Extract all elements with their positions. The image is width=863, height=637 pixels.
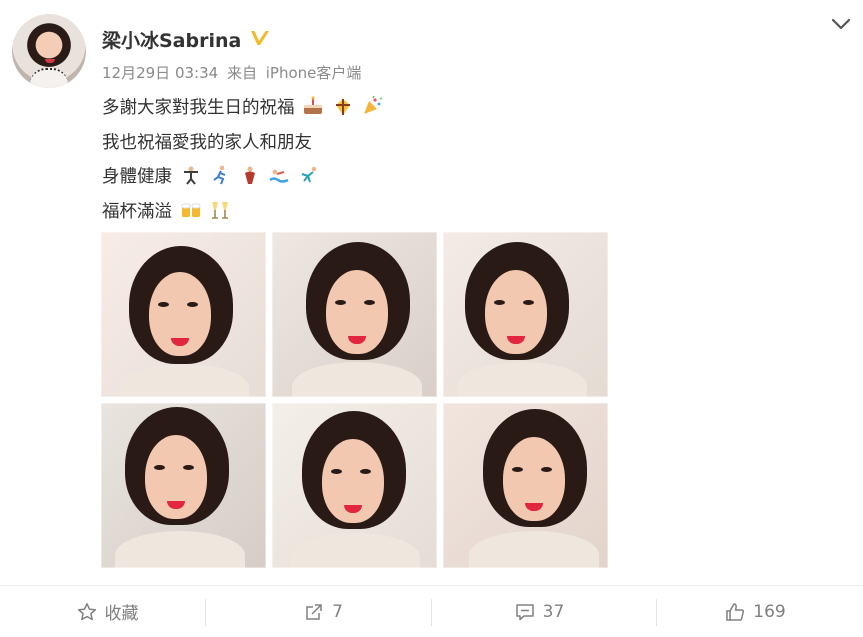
comment-count: 37 (542, 601, 565, 622)
post-source[interactable]: iPhone客户端 (266, 64, 362, 82)
runner-icon (213, 165, 226, 185)
avatar-collar (30, 68, 68, 88)
source-prefix: 来自 (226, 64, 257, 82)
photo-thumbnail[interactable] (272, 403, 437, 568)
post-text-line: 身體健康 (102, 163, 320, 188)
avatar[interactable] (12, 14, 86, 88)
action-bar: 收藏 7 37 169 (0, 585, 863, 637)
comment-button[interactable]: 37 (432, 586, 647, 637)
avatar-mouth (45, 59, 55, 63)
party-popper-icon (364, 95, 383, 114)
gift-icon (335, 99, 350, 115)
post-text-line: 我也祝福愛我的家人和朋友 (102, 129, 312, 154)
photo-thumbnail[interactable] (272, 232, 437, 397)
photo-thumbnail[interactable] (101, 403, 266, 568)
post-text-line-4: 福杯滿溢 (102, 202, 172, 222)
username[interactable]: 梁小冰Sabrina (102, 26, 241, 53)
champagne-glasses-icon (212, 202, 229, 219)
post-text-line-1: 多謝大家對我生日的祝福 (102, 98, 295, 118)
photo-thumbnail[interactable] (443, 403, 608, 568)
repost-count: 7 (332, 601, 343, 622)
post-meta: 12月29日 03:34 来自 iPhone客户端 (102, 62, 365, 83)
post-date[interactable]: 12月29日 03:34 (102, 64, 218, 82)
thumbs-up-icon (726, 602, 745, 621)
divider (205, 599, 206, 626)
comment-icon (515, 603, 534, 620)
chevron-down-icon[interactable] (828, 14, 854, 34)
verified-badge-icon (251, 31, 269, 45)
swimmer-icon (269, 169, 289, 183)
dancer-icon (244, 166, 255, 184)
weightlifter-icon (183, 166, 198, 185)
favorite-button[interactable]: 收藏 (0, 586, 215, 637)
photo-thumbnail[interactable] (101, 232, 266, 397)
gymnast-icon (301, 166, 317, 183)
post-text-line: 福杯滿溢 (102, 198, 231, 223)
beer-cheers-icon (181, 203, 201, 217)
post-text-line-2: 我也祝福愛我的家人和朋友 (102, 133, 312, 153)
post-text-line-3: 身體健康 (102, 167, 172, 187)
post-text-line: 多謝大家對我生日的祝福 (102, 94, 383, 119)
star-icon (77, 602, 96, 620)
photo-grid (101, 232, 608, 568)
repost-button[interactable]: 7 (216, 586, 431, 637)
photo-thumbnail[interactable] (443, 232, 608, 397)
favorite-label: 收藏 (104, 604, 139, 624)
weibo-post: 梁小冰Sabrina 12月29日 03:34 来自 iPhone客户端 多謝大… (0, 0, 863, 585)
cake-icon (304, 96, 323, 114)
share-arrow-icon (306, 603, 322, 620)
like-button[interactable]: 169 (648, 586, 863, 637)
like-count: 169 (753, 601, 786, 622)
